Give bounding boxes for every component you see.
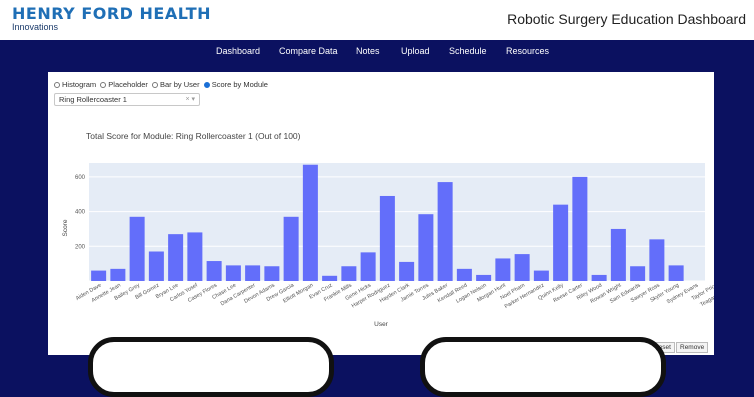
y-axis-label: Score <box>62 219 69 236</box>
nav-upload[interactable]: Upload <box>401 46 430 56</box>
x-ticks: Aiden DaveAnnette JeanBailey GreyBill Go… <box>75 282 714 310</box>
bar[interactable] <box>245 265 261 281</box>
bar[interactable] <box>456 268 472 281</box>
nav-compare-data[interactable]: Compare Data <box>279 46 338 56</box>
bar[interactable] <box>514 254 530 281</box>
bar[interactable] <box>322 275 338 281</box>
logo-text: HENRY FORD HEALTH <box>12 4 212 23</box>
score-card-right <box>420 337 666 397</box>
bar[interactable] <box>668 265 684 281</box>
bar[interactable] <box>437 182 453 281</box>
logo[interactable]: HENRY FORD HEALTH Innovations <box>12 4 211 32</box>
score-bar-chart: Total Score for Module: Ring Rollercoast… <box>62 131 714 328</box>
bar[interactable] <box>302 164 318 281</box>
bar[interactable] <box>168 234 184 281</box>
bar[interactable] <box>476 274 492 281</box>
bar[interactable] <box>533 270 549 281</box>
bar[interactable] <box>495 258 511 281</box>
bar[interactable] <box>187 232 203 281</box>
y-tick-label: 200 <box>75 244 86 250</box>
chart-title: Total Score for Module: Ring Rollercoast… <box>86 131 301 141</box>
nav-schedule[interactable]: Schedule <box>449 46 487 56</box>
nav-resources[interactable]: Resources <box>506 46 549 56</box>
bar[interactable] <box>129 216 145 281</box>
nav-notes[interactable]: Notes <box>356 46 380 56</box>
bar[interactable] <box>206 261 222 281</box>
bar[interactable] <box>110 268 126 281</box>
bar[interactable] <box>553 204 569 281</box>
bar[interactable] <box>630 266 646 281</box>
score-card-left <box>88 337 334 397</box>
bar[interactable] <box>610 228 626 281</box>
bar[interactable] <box>341 266 357 281</box>
bar[interactable] <box>148 251 164 282</box>
y-tick-label: 400 <box>75 210 86 216</box>
x-axis-label: User <box>374 321 389 328</box>
y-ticks: 200 400 600 <box>75 175 86 250</box>
bar[interactable] <box>225 265 241 281</box>
remove-button[interactable]: Remove <box>676 342 709 353</box>
nav-dashboard[interactable]: Dashboard <box>216 46 260 56</box>
main-nav: Dashboard Compare Data Notes Upload Sche… <box>0 40 754 64</box>
bar[interactable] <box>91 270 107 281</box>
bar[interactable] <box>399 261 415 281</box>
bar[interactable] <box>649 239 665 281</box>
top-header: HENRY FORD HEALTH Innovations Robotic Su… <box>0 0 754 40</box>
logo-subtext: Innovations <box>12 22 59 32</box>
y-tick-label: 600 <box>75 175 86 181</box>
bar[interactable] <box>418 214 434 281</box>
bar[interactable] <box>591 274 607 281</box>
chart-panel: Histogram Placeholder Bar by User Score … <box>48 72 714 355</box>
bar[interactable] <box>360 252 376 281</box>
app-title: Robotic Surgery Education Dashboard <box>507 11 746 27</box>
bar[interactable] <box>572 176 588 281</box>
bar[interactable] <box>264 266 280 281</box>
bar[interactable] <box>379 195 395 281</box>
bar[interactable] <box>283 216 299 281</box>
